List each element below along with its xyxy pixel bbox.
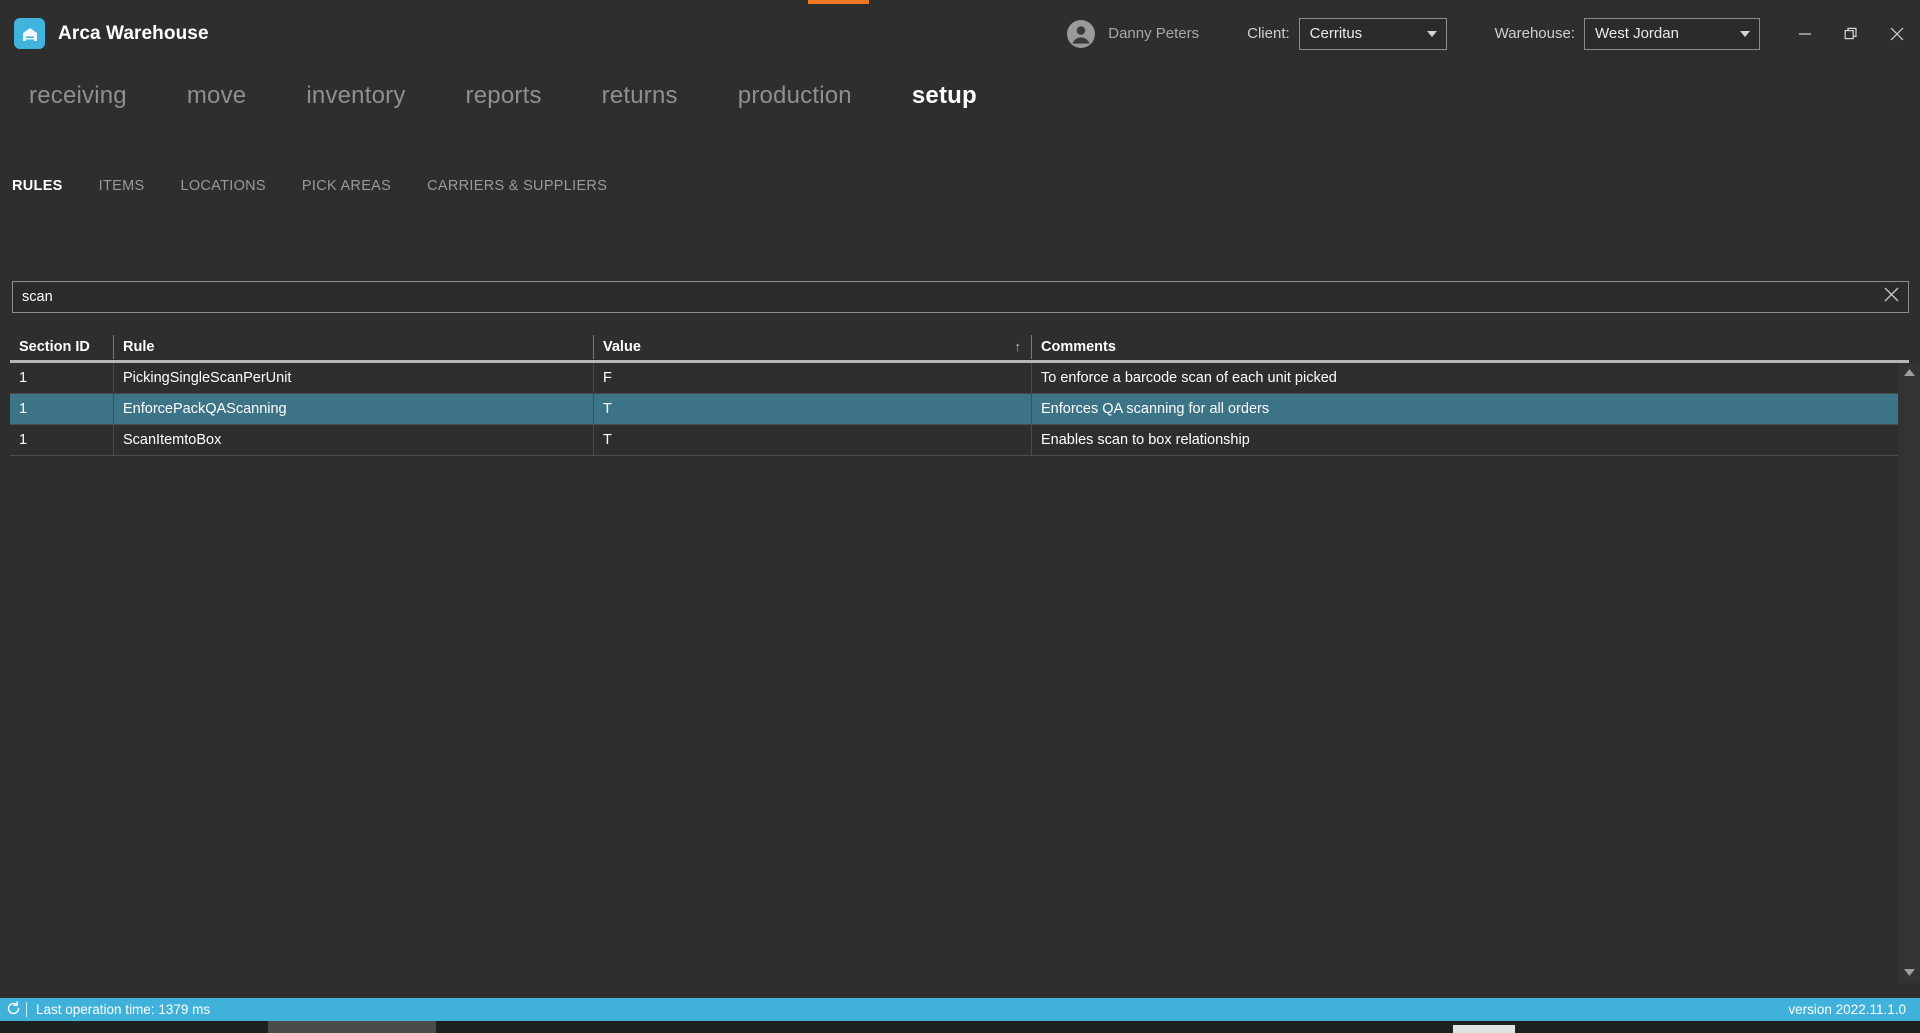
version-label: version 2022.11.1.0 <box>1788 1002 1906 1017</box>
column-header-rule[interactable]: Rule <box>113 334 593 359</box>
app-title: Arca Warehouse <box>58 22 209 44</box>
os-taskbar[interactable] <box>0 1021 1920 1033</box>
table-row[interactable]: 1 EnforcePackQAScanning T Enforces QA sc… <box>10 394 1909 425</box>
cell-section-id: 1 <box>19 401 28 417</box>
user-name: Danny Peters <box>1108 25 1200 42</box>
tab-pick-areas[interactable]: PICK AREAS <box>302 178 391 194</box>
search-clear-button[interactable] <box>1874 282 1908 312</box>
warehouse-selector-group: Warehouse: West Jordan <box>1494 17 1760 50</box>
nav-item-inventory[interactable]: inventory <box>306 82 405 110</box>
cell-rule: ScanItemtoBox <box>113 425 593 455</box>
status-divider <box>26 1002 27 1017</box>
triangle-up-icon <box>1903 364 1916 382</box>
cell-section-id: 1 <box>19 432 28 448</box>
warehouse-label: Warehouse: <box>1494 25 1575 42</box>
nav-item-setup[interactable]: setup <box>912 82 977 110</box>
scroll-down-button[interactable] <box>1898 963 1920 983</box>
column-header-comments[interactable]: Comments <box>1031 334 1909 359</box>
table-row[interactable]: 1 ScanItemtoBox T Enables scan to box re… <box>10 425 1909 456</box>
tab-locations[interactable]: LOCATIONS <box>180 178 265 194</box>
cell-comments: To enforce a barcode scan of each unit p… <box>1031 363 1909 393</box>
column-header-value[interactable]: Value ↑ <box>593 334 1031 359</box>
taskbar-item[interactable] <box>1453 1025 1515 1033</box>
cell-value: T <box>593 394 1031 424</box>
refresh-icon <box>6 1000 21 1019</box>
column-header-label: Rule <box>123 338 155 355</box>
title-bar: Arca Warehouse Danny Peters Client: Cerr… <box>0 0 1920 67</box>
restore-button[interactable] <box>1828 15 1874 53</box>
close-icon <box>1883 286 1900 308</box>
triangle-down-icon <box>1903 964 1916 982</box>
nav-item-receiving[interactable]: receiving <box>29 82 127 110</box>
column-header-label: Section ID <box>19 338 90 355</box>
window-controls <box>1782 0 1920 67</box>
warehouse-dropdown[interactable]: West Jordan <box>1584 17 1760 50</box>
table-row[interactable]: 1 PickingSingleScanPerUnit F To enforce … <box>10 363 1909 394</box>
taskbar-item[interactable] <box>268 1021 436 1033</box>
status-message: Last operation time: 1379 ms <box>36 1002 211 1017</box>
cell-rule: EnforcePackQAScanning <box>113 394 593 424</box>
grid-header-row: Section ID Rule Value ↑ Comments <box>10 333 1909 363</box>
warehouse-icon <box>14 18 45 49</box>
nav-item-move[interactable]: move <box>187 82 247 110</box>
cell-comments: Enforces QA scanning for all orders <box>1031 394 1909 424</box>
client-dropdown-value: Cerritus <box>1309 25 1363 42</box>
column-header-section-id[interactable]: Section ID <box>10 335 113 359</box>
status-bar: Last operation time: 1379 ms version 202… <box>0 998 1920 1021</box>
minimize-icon <box>1798 27 1812 41</box>
cell-value: T <box>593 425 1031 455</box>
column-header-label: Value <box>603 338 641 355</box>
cell-comments: Enables scan to box relationship <box>1031 425 1909 455</box>
client-dropdown[interactable]: Cerritus <box>1298 17 1447 50</box>
cell-rule: PickingSingleScanPerUnit <box>113 363 593 393</box>
client-selector-group: Client: Cerritus <box>1247 17 1447 50</box>
rules-grid: Section ID Rule Value ↑ Comments 1 Picki… <box>10 333 1909 456</box>
close-button[interactable] <box>1874 15 1920 53</box>
user-menu[interactable]: Danny Peters <box>1066 19 1199 49</box>
application-window: Arca Warehouse Danny Peters Client: Cerr… <box>0 0 1920 1033</box>
cell-section-id: 1 <box>19 370 28 386</box>
nav-item-reports[interactable]: reports <box>466 82 542 110</box>
main-navigation: receiving move inventory reports returns… <box>0 82 1920 110</box>
search-bar[interactable]: scan <box>12 281 1909 313</box>
tab-items[interactable]: ITEMS <box>99 178 145 194</box>
sort-ascending-arrow-icon: ↑ <box>1014 339 1022 354</box>
chevron-down-icon <box>1740 30 1750 37</box>
column-header-label: Comments <box>1041 338 1116 355</box>
search-input[interactable]: scan <box>13 290 1874 305</box>
client-label: Client: <box>1247 25 1290 42</box>
vertical-scrollbar[interactable] <box>1898 363 1920 983</box>
warehouse-dropdown-value: West Jordan <box>1595 25 1679 42</box>
brand: Arca Warehouse <box>14 18 209 49</box>
cell-value: F <box>593 363 1031 393</box>
close-icon <box>1889 26 1905 42</box>
refresh-button[interactable] <box>0 998 26 1021</box>
chevron-down-icon <box>1426 30 1437 37</box>
title-bar-right: Danny Peters Client: Cerritus Warehouse:… <box>1066 0 1920 67</box>
scroll-up-button[interactable] <box>1898 363 1920 383</box>
tab-carriers-suppliers[interactable]: CARRIERS & SUPPLIERS <box>427 178 607 194</box>
user-avatar-icon <box>1066 19 1096 49</box>
minimize-button[interactable] <box>1782 15 1828 53</box>
nav-item-production[interactable]: production <box>738 82 852 110</box>
restore-icon <box>1844 27 1858 41</box>
tab-rules[interactable]: RULES <box>12 178 63 194</box>
sub-navigation: RULES ITEMS LOCATIONS PICK AREAS CARRIER… <box>0 178 1920 194</box>
nav-item-returns[interactable]: returns <box>602 82 678 110</box>
